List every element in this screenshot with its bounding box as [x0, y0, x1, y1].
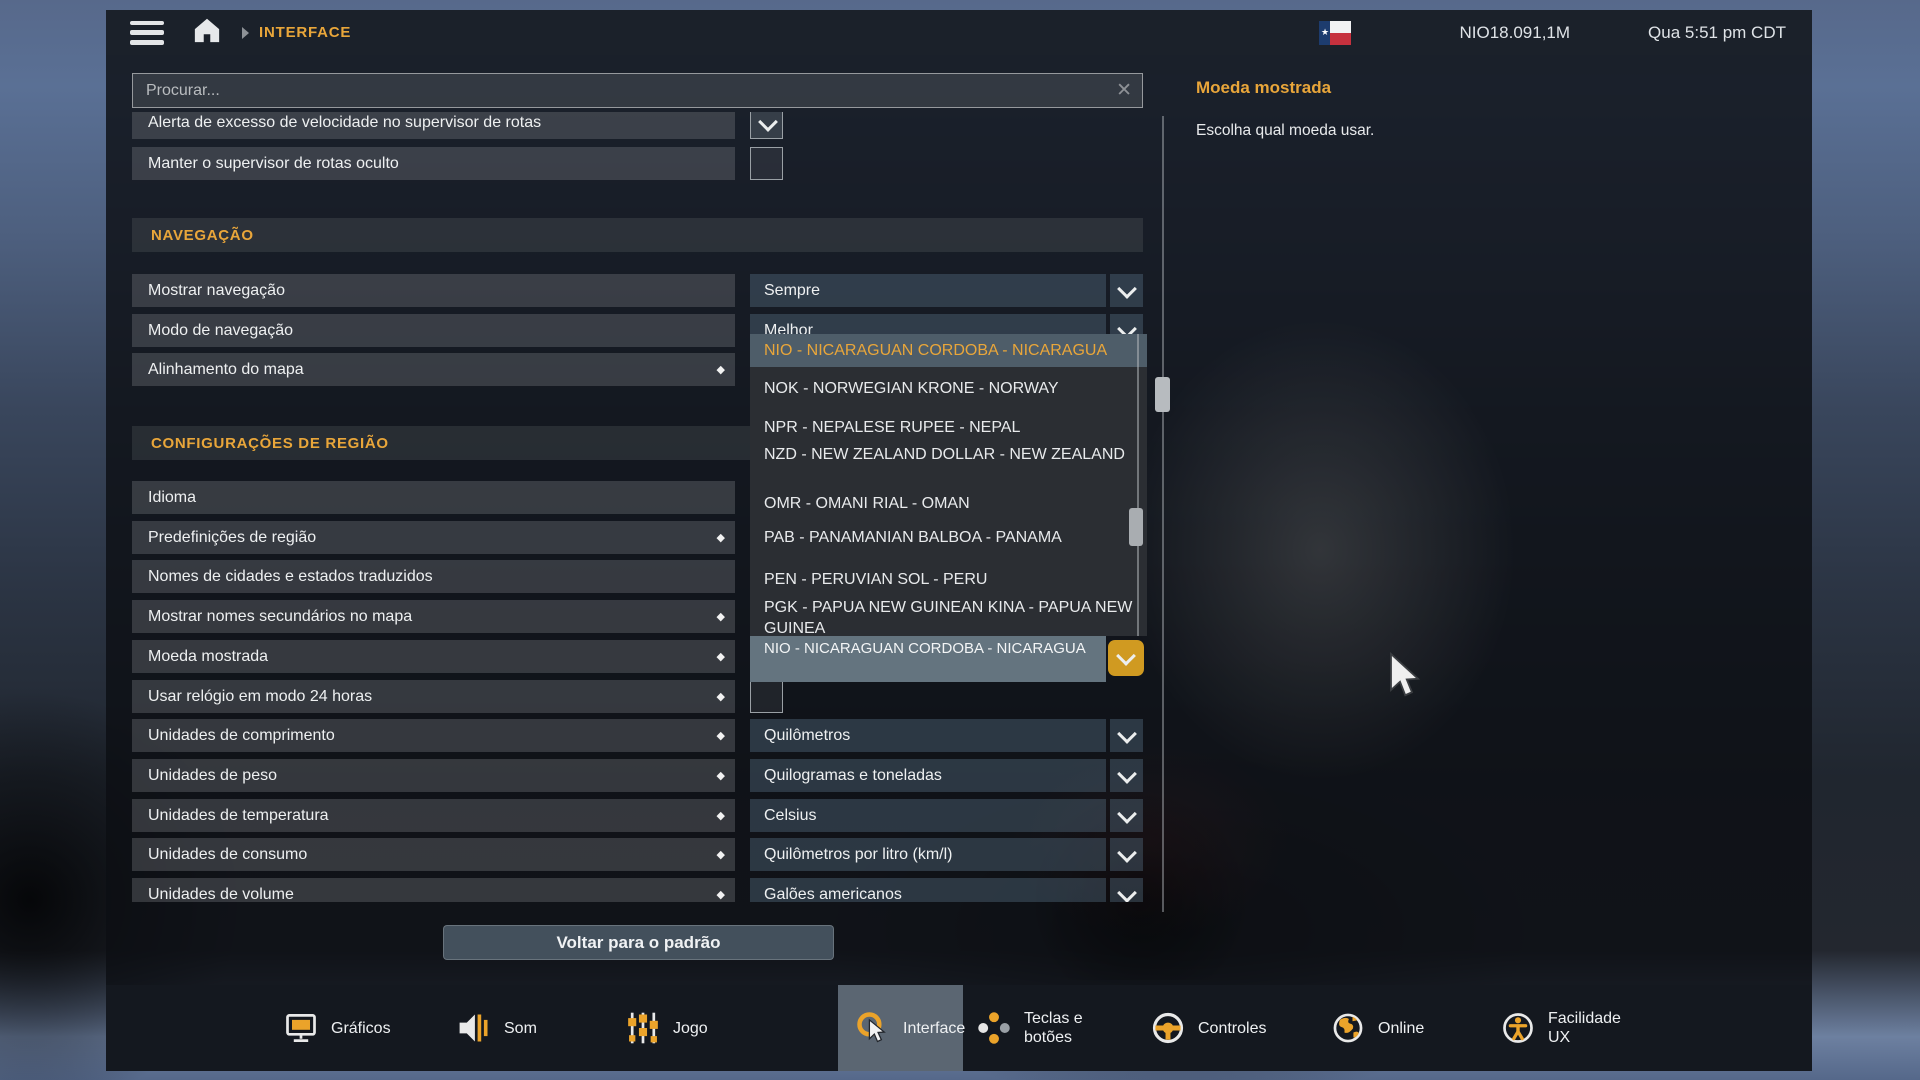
breadcrumb: INTERFACE [259, 24, 351, 41]
setting-label-speed-alert: Alerta de excesso de velocidade no super… [132, 112, 735, 139]
length-units-chevron-button[interactable] [1110, 719, 1143, 752]
weight-units-chevron-button[interactable] [1110, 759, 1143, 792]
tab-sound[interactable]: Som [456, 985, 537, 1071]
tab-keys-buttons[interactable]: Teclas e botões [976, 985, 1096, 1071]
accessibility-icon [1500, 1010, 1536, 1046]
search-bar: ✕ [132, 73, 1143, 108]
sliders-icon [625, 1010, 661, 1046]
tab-game[interactable]: Jogo [625, 985, 708, 1071]
tab-accessibility[interactable]: Facilidade UX [1500, 985, 1640, 1071]
globe-icon [1330, 1010, 1366, 1046]
setting-label-length-units: Unidades de comprimento [132, 719, 735, 752]
modified-marker-icon [717, 888, 725, 901]
menu-icon[interactable] [130, 21, 164, 45]
setting-label-navigation-mode: Modo de navegação [132, 314, 735, 347]
currency-option[interactable]: NPR - NEPALESE RUPEE - NEPAL [750, 417, 1133, 438]
currency-option[interactable]: OMR - OMANI RIAL - OMAN [750, 493, 1133, 514]
currency-chevron-button-active[interactable] [1108, 640, 1144, 676]
modified-marker-icon [717, 610, 725, 623]
section-header-navigation: NAVEGAÇÃO [132, 218, 1143, 252]
settings-scrollbar-thumb[interactable] [1155, 377, 1170, 412]
top-bar: INTERFACE ★ NIO18.091,1M Qua 5:51 pm CDT [106, 10, 1812, 55]
setting-label-secondary-names: Mostrar nomes secundários no mapa [132, 600, 735, 633]
show-navigation-chevron-button[interactable] [1110, 274, 1143, 307]
currency-dropdown-list: NIO - NICARAGUAN CORDOBA - NICARAGUA NOK… [750, 334, 1147, 636]
dropdown-scrollbar-thumb[interactable] [1129, 508, 1143, 546]
currency-option-highlighted[interactable]: NIO - NICARAGUAN CORDOBA - NICARAGUA [750, 334, 1147, 367]
texas-flag-icon: ★ [1319, 21, 1351, 45]
currency-selected-value[interactable]: NIO - NICARAGUAN CORDOBA - NICARAGUA [750, 636, 1106, 682]
modified-marker-icon [717, 848, 725, 861]
steering-wheel-icon [1150, 1010, 1186, 1046]
volume-units-select[interactable]: Galões americanos [750, 878, 1106, 902]
tab-online[interactable]: Online [1330, 985, 1424, 1071]
length-units-select[interactable]: Quilômetros [750, 719, 1106, 752]
setting-label-clock-24h: Usar relógio em modo 24 horas [132, 680, 735, 713]
currency-option[interactable]: PEN - PERUVIAN SOL - PERU [750, 569, 1133, 590]
info-panel-description: Escolha qual moeda usar. [1196, 122, 1374, 140]
modified-marker-icon [717, 769, 725, 782]
player-money: NIO18.091,1M [1459, 23, 1570, 43]
mouse-cursor [1388, 652, 1424, 709]
currency-option[interactable]: NZD - NEW ZEALAND DOLLAR - NEW ZEALAND [750, 444, 1133, 465]
modified-marker-icon [717, 531, 725, 544]
modified-marker-icon [717, 729, 725, 742]
reset-to-default-button[interactable]: Voltar para o padrão [443, 925, 834, 960]
temperature-units-select[interactable]: Celsius [750, 799, 1106, 832]
setting-label-region-presets: Predefinições de região [132, 521, 735, 554]
tab-interface[interactable]: Interface [855, 985, 965, 1071]
speaker-icon [456, 1010, 492, 1046]
modified-marker-icon [717, 650, 725, 663]
breadcrumb-arrow-icon [242, 27, 249, 39]
currency-option[interactable]: PAB - PANAMANIAN BALBOA - PANAMA [750, 527, 1133, 548]
monitor-icon [283, 1010, 319, 1046]
speed-alert-dropdown-button[interactable] [750, 112, 783, 139]
game-settings-screen: INTERFACE ★ NIO18.091,1M Qua 5:51 pm CDT… [0, 0, 1920, 1080]
cursor-circle-icon [855, 1010, 891, 1046]
setting-label-currency: Moeda mostrada [132, 640, 735, 673]
hide-advisor-checkbox[interactable] [750, 147, 783, 180]
modified-marker-icon [717, 363, 725, 376]
setting-label-volume-units: Unidades de volume [132, 878, 735, 902]
tab-controls[interactable]: Controles [1150, 985, 1266, 1071]
setting-label-weight-units: Unidades de peso [132, 759, 735, 792]
clear-search-icon[interactable]: ✕ [1106, 79, 1142, 102]
temperature-units-chevron-button[interactable] [1110, 799, 1143, 832]
setting-label-show-navigation: Mostrar navegação [132, 274, 735, 307]
weight-units-select[interactable]: Quilogramas e toneladas [750, 759, 1106, 792]
info-panel-title: Moeda mostrada [1196, 78, 1331, 98]
setting-label-language: Idioma [132, 481, 735, 514]
show-navigation-select[interactable]: Sempre [750, 274, 1106, 307]
currency-option[interactable]: NOK - NORWEGIAN KRONE - NORWAY [750, 378, 1133, 399]
settings-tab-bar: Gráficos Som Jogo Interface Teclas e bot… [106, 985, 1812, 1071]
currency-option[interactable]: PGK - PAPUA NEW GUINEAN KINA - PAPUA NEW… [750, 597, 1133, 636]
volume-units-chevron-button[interactable] [1110, 878, 1143, 902]
home-icon[interactable] [192, 16, 222, 49]
consumption-units-select[interactable]: Quilômetros por litro (km/l) [750, 838, 1106, 871]
setting-label-hide-advisor: Manter o supervisor de rotas oculto [132, 147, 735, 180]
search-input[interactable] [133, 82, 1106, 100]
tab-graphics[interactable]: Gráficos [283, 985, 391, 1071]
setting-label-temperature-units: Unidades de temperatura [132, 799, 735, 832]
consumption-units-chevron-button[interactable] [1110, 838, 1143, 871]
modified-marker-icon [717, 690, 725, 703]
setting-label-consumption-units: Unidades de consumo [132, 838, 735, 871]
game-datetime: Qua 5:51 pm CDT [1648, 23, 1786, 43]
clock-24h-checkbox[interactable] [750, 680, 783, 713]
gamepad-buttons-icon [976, 1010, 1012, 1046]
dropdown-scrollbar-track[interactable] [1137, 334, 1139, 636]
setting-label-map-alignment: Alinhamento do mapa [132, 353, 735, 386]
settings-scrollbar-track[interactable] [1162, 116, 1164, 912]
setting-label-translated-names: Nomes de cidades e estados traduzidos [132, 560, 735, 593]
modified-marker-icon [717, 809, 725, 822]
